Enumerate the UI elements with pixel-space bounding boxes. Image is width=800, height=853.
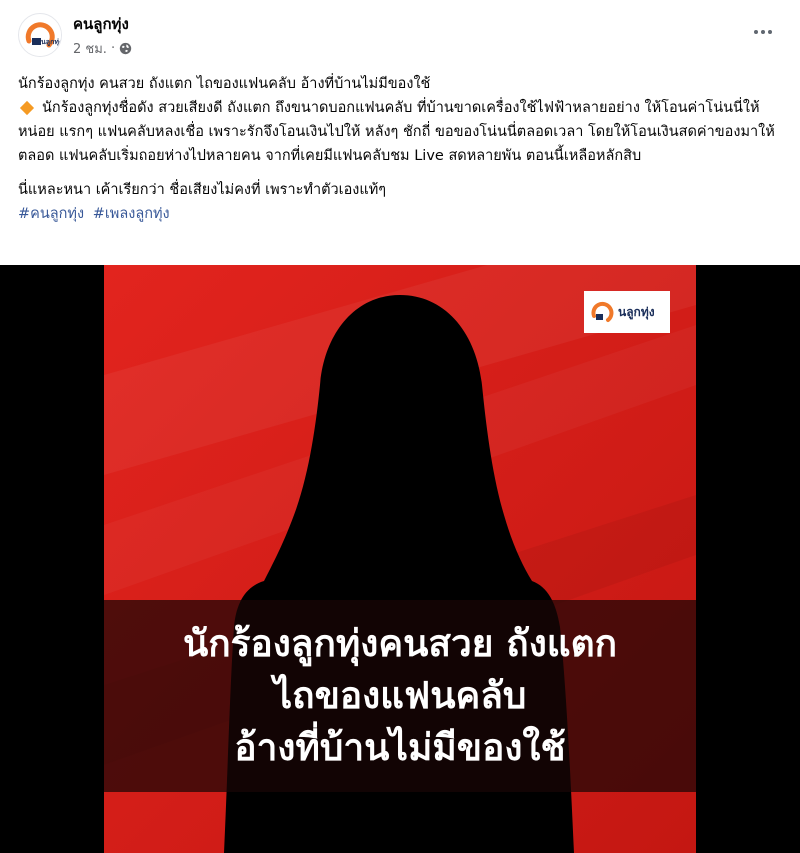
more-dot xyxy=(754,30,758,34)
post-time[interactable]: 2 ชม. xyxy=(73,38,107,59)
hashtag-link[interactable]: #คนลูกทุ่ง xyxy=(18,206,84,222)
page-name[interactable]: คนลูกทุ่ง xyxy=(73,12,129,36)
image-artwork: นลูกทุ่ง นักร้องลูกทุ่งคนสวย ถังแตก ไถขอ… xyxy=(104,265,696,853)
meta-separator: · xyxy=(110,41,116,56)
logo-mark-icon xyxy=(591,301,614,322)
hashtag-link[interactable]: #เพลงลูกทุ่ง xyxy=(93,206,170,222)
globe-icon[interactable] xyxy=(119,42,132,55)
page-avatar[interactable]: นลูกทุ่ง xyxy=(18,13,62,57)
post-header: นลูกทุ่ง คนลูกทุ่ง 2 ชม. · xyxy=(0,0,800,70)
svg-text:นลูกทุ่ง: นลูกทุ่ง xyxy=(41,38,62,47)
caption-line: นักร้องลูกทุ่งคนสวย ถังแตก xyxy=(182,622,618,665)
more-dot xyxy=(761,30,765,34)
logo-text: นลูกทุ่ง xyxy=(618,304,655,319)
more-options-button[interactable] xyxy=(748,20,778,44)
orange-diamond-icon xyxy=(19,100,35,115)
post-headline: นักร้องลูกทุ่ง คนสวย ถังแตก ไถของแฟนคลับ… xyxy=(18,76,431,92)
post-body: นักร้องลูกทุ่งชื่อดัง สวยเสียงดี ถังแตก … xyxy=(18,100,775,164)
caption-line: อ้างที่บ้านไม่มีของใช้ xyxy=(234,726,566,769)
post-text: นักร้องลูกทุ่ง คนสวย ถังแตก ไถของแฟนคลับ… xyxy=(18,72,788,226)
caption-line: ไถของแฟนคลับ xyxy=(273,674,527,717)
post-meta: 2 ชม. · xyxy=(73,38,132,59)
more-dot xyxy=(768,30,772,34)
image-logo-badge: นลูกทุ่ง xyxy=(584,291,670,333)
hashtag-list: #คนลูกทุ่ง #เพลงลูกทุ่ง xyxy=(18,202,788,226)
post-body-paragraph: นักร้องลูกทุ่งชื่อดัง สวยเสียงดี ถังแตก … xyxy=(18,96,788,168)
image-caption: นักร้องลูกทุ่งคนสวย ถังแตก ไถของแฟนคลับ … xyxy=(104,600,696,792)
post-image[interactable]: นลูกทุ่ง นักร้องลูกทุ่งคนสวย ถังแตก ไถขอ… xyxy=(0,265,800,853)
post-closing: นี่แหละหนา เค้าเรียกว่า ชื่อเสียงไม่คงที… xyxy=(18,182,387,198)
page-logo-icon: นลูกทุ่ง xyxy=(20,15,62,56)
